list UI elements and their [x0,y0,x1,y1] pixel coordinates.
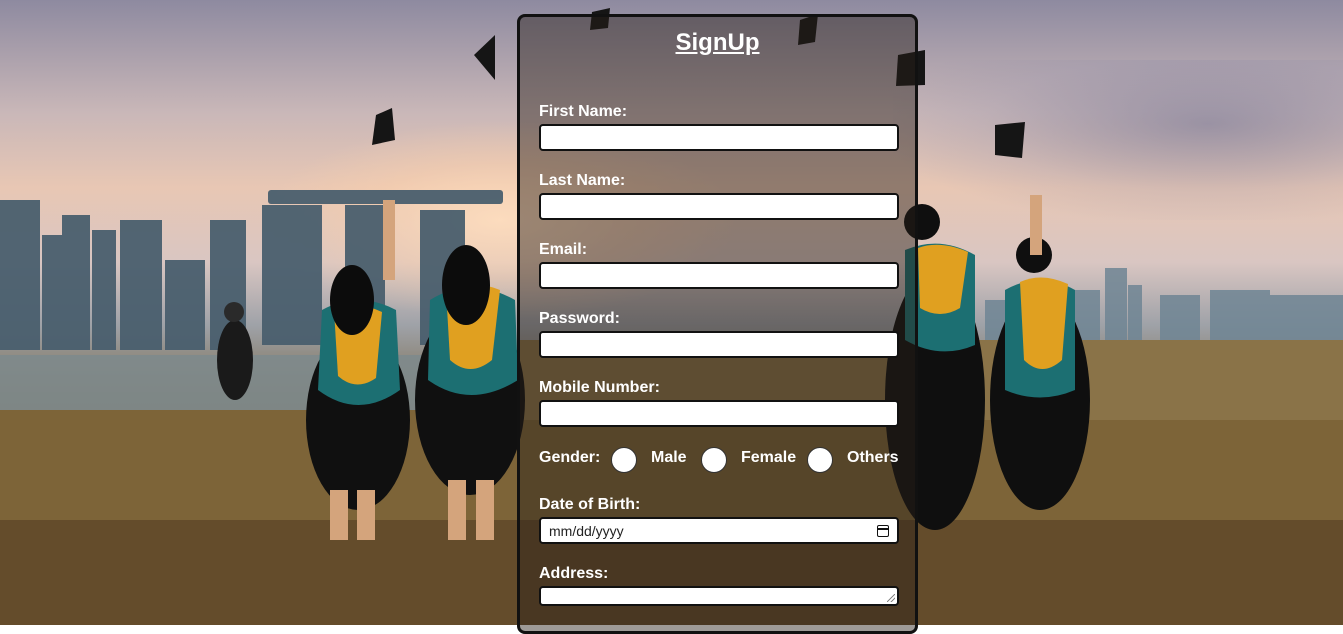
last-name-input[interactable] [539,193,899,220]
mobile-number-input[interactable] [539,400,899,427]
signup-form-panel: SignUp First Name: Last Name: Email: Pas… [517,14,918,634]
gender-label: Gender: [539,449,601,466]
form-title: SignUp [675,29,760,56]
gender-female-radio[interactable] [701,447,727,473]
gender-male-radio[interactable] [611,447,637,473]
gender-others-radio[interactable] [807,447,833,473]
gender-female-label: Female [741,449,797,466]
date-of-birth-label: Date of Birth: [539,496,641,513]
email-label: Email: [539,241,588,258]
gender-group: Gender: Male Female Others [539,447,904,479]
email-input[interactable] [539,262,899,289]
date-of-birth-input[interactable]: mm/dd/yyyy [539,517,899,544]
address-textarea[interactable] [539,586,899,606]
address-label: Address: [539,565,609,582]
password-label: Password: [539,310,620,327]
calendar-icon[interactable] [877,524,889,537]
password-input[interactable] [539,331,899,358]
gender-others-label: Others [847,449,899,466]
first-name-input[interactable] [539,124,899,151]
gender-male-label: Male [651,449,687,466]
last-name-label: Last Name: [539,172,626,189]
resize-grip-icon[interactable] [887,594,895,602]
mobile-number-label: Mobile Number: [539,379,660,396]
date-placeholder: mm/dd/yyyy [549,522,624,539]
first-name-label: First Name: [539,103,628,120]
